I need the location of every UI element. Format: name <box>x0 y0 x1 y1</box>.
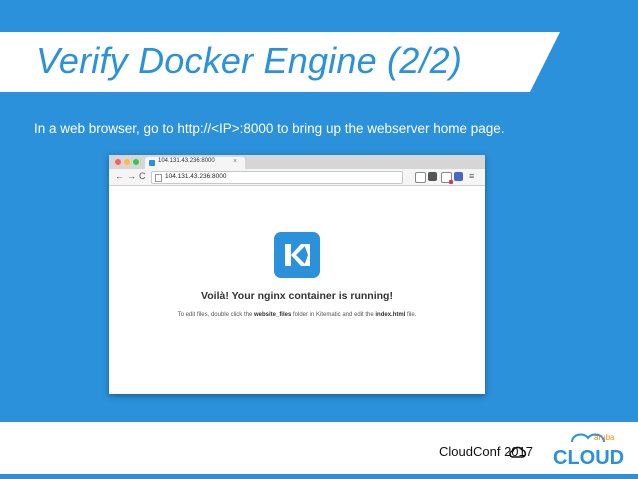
kitematic-logo-icon <box>274 232 320 278</box>
tab-close-icon: × <box>233 158 238 165</box>
cloudconf-label: CloudConf <box>439 444 501 459</box>
info-extension-icon <box>415 172 426 183</box>
close-window-icon <box>115 159 121 165</box>
slide-background: Verify Docker Engine (2/2) In a web brow… <box>0 0 638 479</box>
tab-title: 104.131.43.236:8000 <box>158 158 215 164</box>
browser-window-screenshot: 104.131.43.236:8000 × ← → C 104.131.43.2… <box>109 155 485 394</box>
instructions-text-2: folder in Kitematic and edit the <box>291 312 376 318</box>
instructions-text-3: file. <box>405 312 417 318</box>
aruba-label: aruba <box>594 433 615 442</box>
maximize-window-icon <box>133 159 139 165</box>
page-headline: Voilà! Your nginx container is running! <box>201 290 393 302</box>
back-arrow-icon: ← <box>115 171 124 181</box>
forward-arrow-icon: → <box>127 171 136 181</box>
browser-toolbar: ← → C 104.131.43.236:8000 ☆ ≡ <box>109 169 485 186</box>
address-url: 104.131.43.236:8000 <box>165 173 227 180</box>
favicon-icon <box>149 160 155 166</box>
browser-menu-icon: ≡ <box>469 171 475 181</box>
aruba-cloud-logo: aruba CLOUD <box>553 433 624 468</box>
browser-tab: 104.131.43.236:8000 × <box>145 157 245 169</box>
cloud-outline-icon <box>509 446 527 458</box>
dark-extension-icon <box>428 172 437 181</box>
footer-strip <box>0 474 638 479</box>
z-extension-icon <box>454 172 463 181</box>
instructions-text-1: To edit files, double click the <box>177 312 254 318</box>
cloud-label: CLOUD <box>553 447 624 468</box>
folder-name: website_files <box>253 312 292 318</box>
notification-extension-icon <box>441 172 453 184</box>
browser-page-content: Voilà! Your nginx container is running! … <box>109 186 485 394</box>
file-name: index.html <box>375 312 406 318</box>
page-icon <box>155 174 162 182</box>
slide-subtitle: In a web browser, go to http://<IP>:8000… <box>34 121 505 136</box>
reload-icon: C <box>139 171 146 181</box>
slide-footer <box>0 422 638 474</box>
slide-title: Verify Docker Engine (2/2) <box>36 40 463 81</box>
minimize-window-icon <box>124 159 130 165</box>
page-instructions: To edit files, double click the website_… <box>109 312 485 318</box>
browser-tab-bar: 104.131.43.236:8000 × <box>109 155 485 169</box>
address-bar: 104.131.43.236:8000 ☆ <box>151 171 447 184</box>
